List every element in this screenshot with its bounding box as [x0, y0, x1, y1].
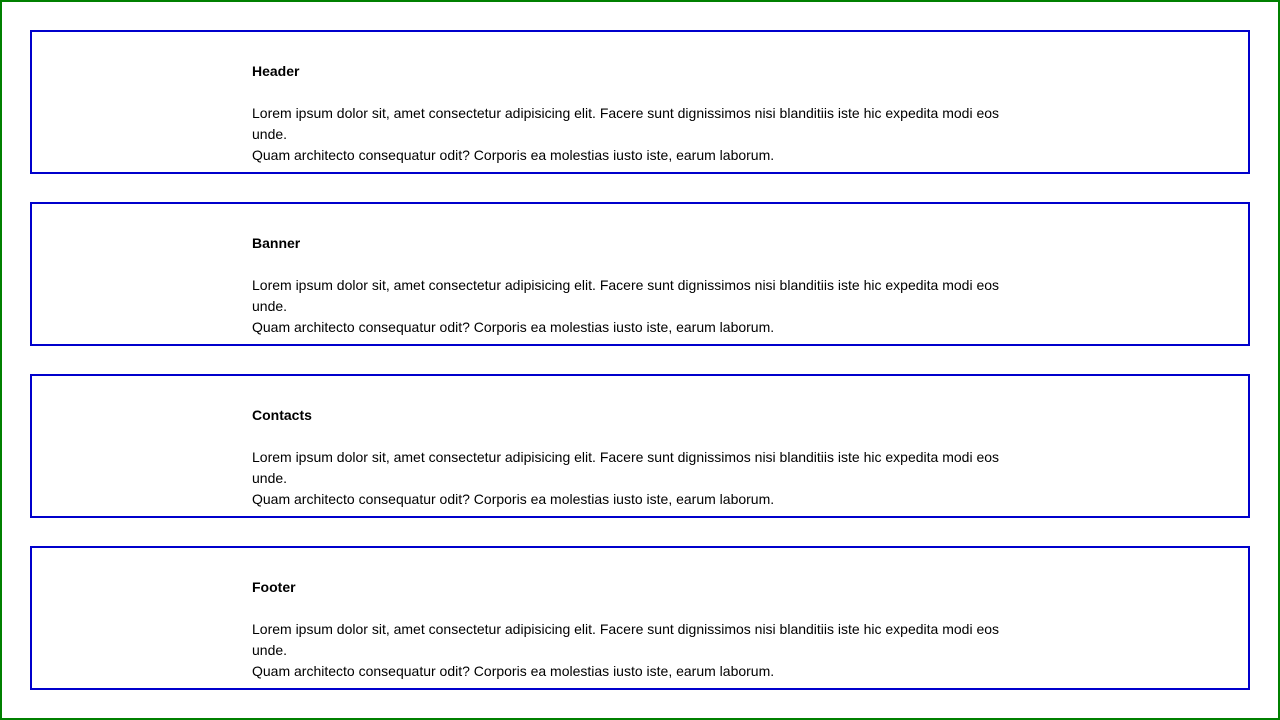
section-contacts: Contacts Lorem ipsum dolor sit, amet con…: [30, 374, 1250, 518]
section-text-line-2: Quam architecto consequatur odit? Corpor…: [252, 319, 775, 335]
section-text-line-1: Lorem ipsum dolor sit, amet consectetur …: [252, 277, 1000, 314]
section-text-line-1: Lorem ipsum dolor sit, amet consectetur …: [252, 449, 1000, 486]
section-text: Lorem ipsum dolor sit, amet consectetur …: [252, 275, 1032, 338]
section-banner: Banner Lorem ipsum dolor sit, amet conse…: [30, 202, 1250, 346]
section-header: Header Lorem ipsum dolor sit, amet conse…: [30, 30, 1250, 174]
section-text: Lorem ipsum dolor sit, amet consectetur …: [252, 103, 1032, 166]
section-text: Lorem ipsum dolor sit, amet consectetur …: [252, 619, 1032, 682]
section-footer: Footer Lorem ipsum dolor sit, amet conse…: [30, 546, 1250, 690]
section-text-line-2: Quam architecto consequatur odit? Corpor…: [252, 491, 775, 507]
section-text-line-1: Lorem ipsum dolor sit, amet consectetur …: [252, 621, 1000, 658]
section-title: Footer: [252, 579, 296, 595]
section-title: Header: [252, 63, 300, 79]
section-text-line-2: Quam architecto consequatur odit? Corpor…: [252, 663, 775, 679]
section-title: Contacts: [252, 407, 312, 423]
page-container: Header Lorem ipsum dolor sit, amet conse…: [0, 0, 1280, 720]
section-text: Lorem ipsum dolor sit, amet consectetur …: [252, 447, 1032, 510]
section-title: Banner: [252, 235, 301, 251]
section-text-line-2: Quam architecto consequatur odit? Corpor…: [252, 147, 775, 163]
section-text-line-1: Lorem ipsum dolor sit, amet consectetur …: [252, 105, 1000, 142]
